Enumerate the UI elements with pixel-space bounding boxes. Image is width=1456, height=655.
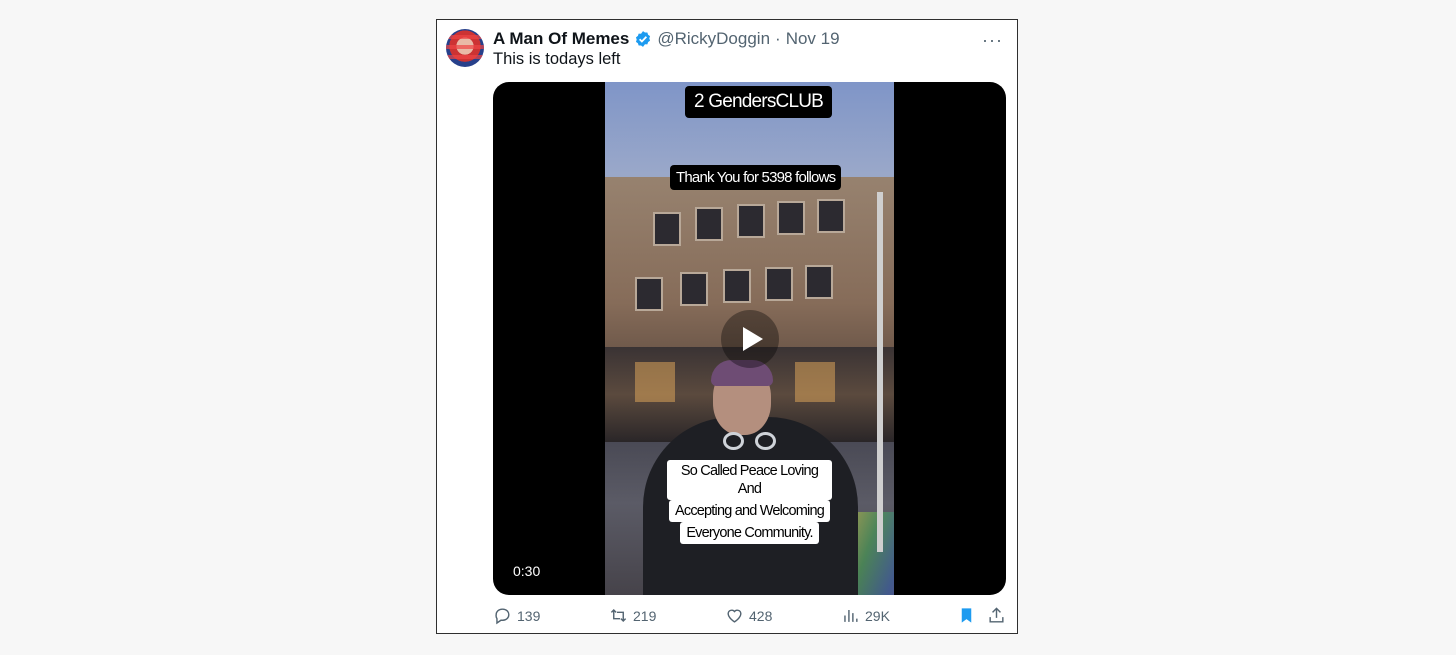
tweet-date[interactable]: Nov 19 bbox=[786, 29, 840, 49]
share-button[interactable] bbox=[987, 606, 1006, 625]
tweet-text: This is todays left bbox=[493, 50, 621, 68]
share-icon bbox=[989, 607, 1004, 623]
avatar[interactable] bbox=[446, 29, 484, 67]
like-button[interactable]: 428 bbox=[725, 606, 772, 625]
caption-bottom-line: Accepting and Welcoming bbox=[669, 500, 830, 522]
tweet-header: A Man Of Memes @RickyDoggin · Nov 19 bbox=[493, 28, 840, 50]
author-name[interactable]: A Man Of Memes bbox=[493, 29, 629, 49]
caption-mid: Thank You for 5398 follows bbox=[670, 165, 842, 190]
more-icon[interactable]: ··· bbox=[982, 30, 1003, 51]
caption-bottom-line: Everyone Community. bbox=[680, 522, 819, 544]
caption-top: 2 GendersCLUB bbox=[685, 86, 833, 118]
like-count: 428 bbox=[749, 607, 773, 624]
retweet-icon bbox=[610, 608, 627, 623]
views-count: 29K bbox=[865, 607, 890, 624]
tweet-card[interactable]: A Man Of Memes @RickyDoggin · Nov 19 ···… bbox=[436, 19, 1018, 634]
bookmark-button[interactable] bbox=[957, 606, 976, 625]
author-handle[interactable]: @RickyDoggin bbox=[657, 29, 770, 49]
reply-count: 139 bbox=[517, 607, 541, 624]
like-icon bbox=[727, 609, 742, 623]
reply-button[interactable]: 139 bbox=[493, 606, 540, 625]
retweet-button[interactable]: 219 bbox=[609, 606, 656, 625]
caption-bottom: So Called Peace Loving And Accepting and… bbox=[667, 460, 832, 544]
views-icon bbox=[844, 609, 858, 622]
caption-bottom-line: So Called Peace Loving And bbox=[667, 460, 832, 500]
action-bar: 139 219 428 29K bbox=[493, 606, 1013, 628]
separator-dot: · bbox=[775, 29, 781, 48]
bookmark-icon bbox=[961, 608, 972, 623]
reply-icon bbox=[495, 608, 510, 625]
verified-badge-icon bbox=[636, 31, 651, 47]
retweet-count: 219 bbox=[633, 607, 657, 624]
video-duration: 0:30 bbox=[513, 563, 541, 579]
play-icon[interactable] bbox=[721, 310, 779, 368]
views-button[interactable]: 29K bbox=[841, 606, 890, 625]
video-player[interactable]: 2 GendersCLUB Thank You for 5398 follows… bbox=[493, 82, 1006, 595]
